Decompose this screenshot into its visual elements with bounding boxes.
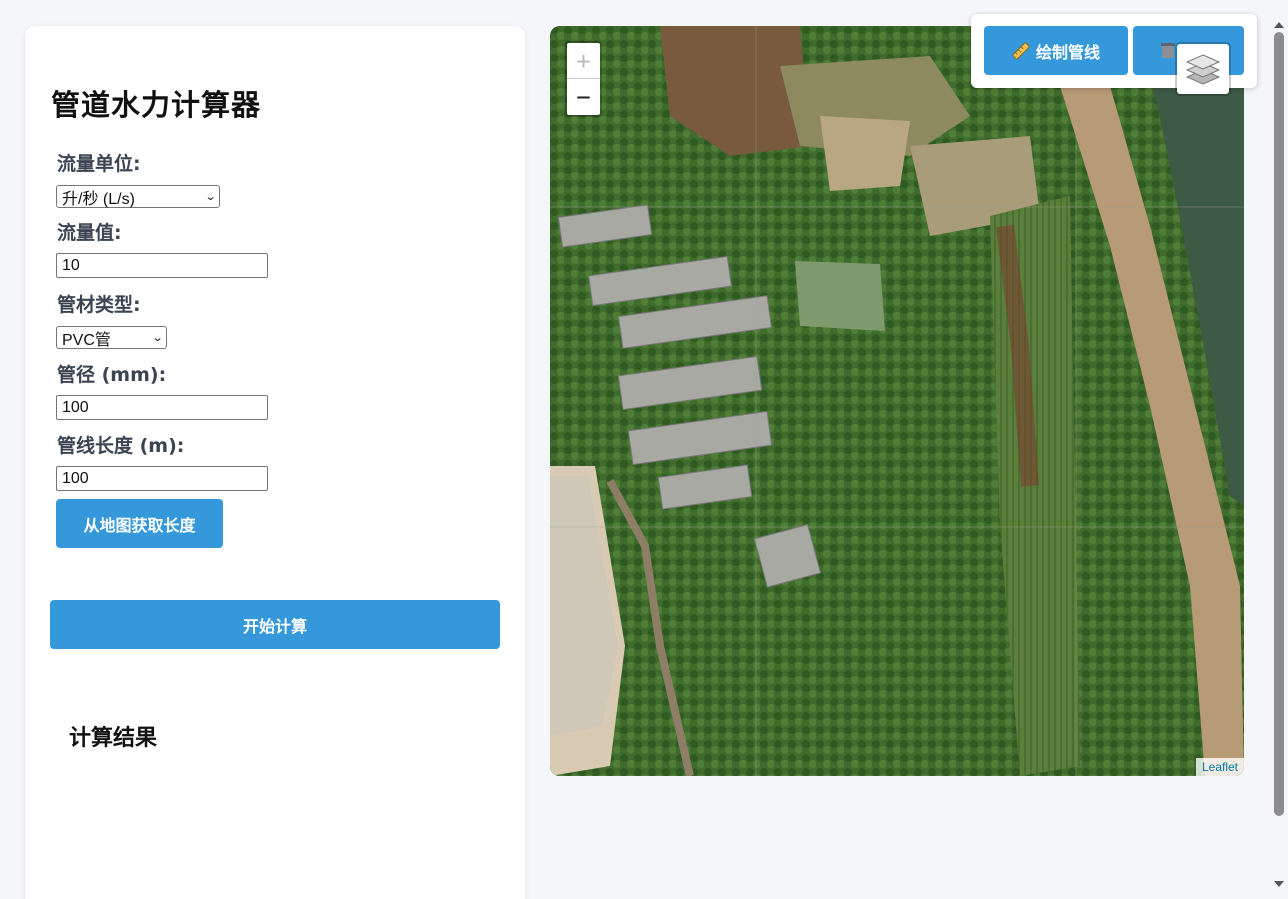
zoom-out-button[interactable]: − <box>567 79 600 115</box>
length-input[interactable]: 100 <box>56 466 268 491</box>
page-title: 管道水力计算器 <box>51 88 262 122</box>
flow-unit-select[interactable]: 升/秒 (L/s) ⌄ <box>56 185 220 208</box>
diameter-label: 管径 (mm): <box>57 364 167 386</box>
flow-unit-label: 流量单位: <box>57 153 141 175</box>
get-length-from-map-button[interactable]: 从地图获取长度 <box>56 499 223 548</box>
map-attribution-link[interactable]: Leaflet <box>1195 758 1244 776</box>
pipe-material-select[interactable]: PVC管 ⌄ <box>56 326 167 349</box>
chevron-down-icon: ⌄ <box>151 332 164 344</box>
flow-value-input[interactable]: 10 <box>56 253 268 278</box>
pipe-material-label: 管材类型: <box>57 294 141 316</box>
chevron-down-icon: ⌄ <box>204 191 217 203</box>
zoom-in-button[interactable]: + <box>567 43 600 79</box>
start-calculation-button[interactable]: 开始计算 <box>50 600 500 649</box>
length-label: 管线长度 (m): <box>57 435 185 457</box>
satellite-imagery <box>550 26 1244 776</box>
scrollbar-thumb[interactable] <box>1274 32 1284 816</box>
layers-icon <box>1185 54 1221 85</box>
pipe-material-select-value: PVC管 <box>62 331 111 349</box>
draw-pipeline-label: 绘制管线 <box>1035 42 1100 62</box>
scroll-up-arrow-icon[interactable] <box>1274 22 1284 28</box>
page-scrollbar[interactable] <box>1270 22 1288 899</box>
flow-value-label: 流量值: <box>57 222 122 244</box>
results-title: 计算结果 <box>69 726 158 751</box>
flow-unit-select-value: 升/秒 (L/s) <box>62 190 135 208</box>
calculator-panel: 管道水力计算器 流量单位: 升/秒 (L/s) ⌄ 流量值: 10 管材类型: … <box>25 26 525 899</box>
diameter-input[interactable]: 100 <box>56 395 268 420</box>
satellite-map[interactable]: + − Leaflet <box>550 26 1244 776</box>
ruler-icon <box>1012 41 1030 60</box>
draw-pipeline-button[interactable]: 绘制管线 <box>984 26 1128 75</box>
zoom-control: + − <box>565 41 602 117</box>
layers-control[interactable] <box>1175 42 1231 96</box>
scroll-down-arrow-icon[interactable] <box>1274 881 1284 887</box>
